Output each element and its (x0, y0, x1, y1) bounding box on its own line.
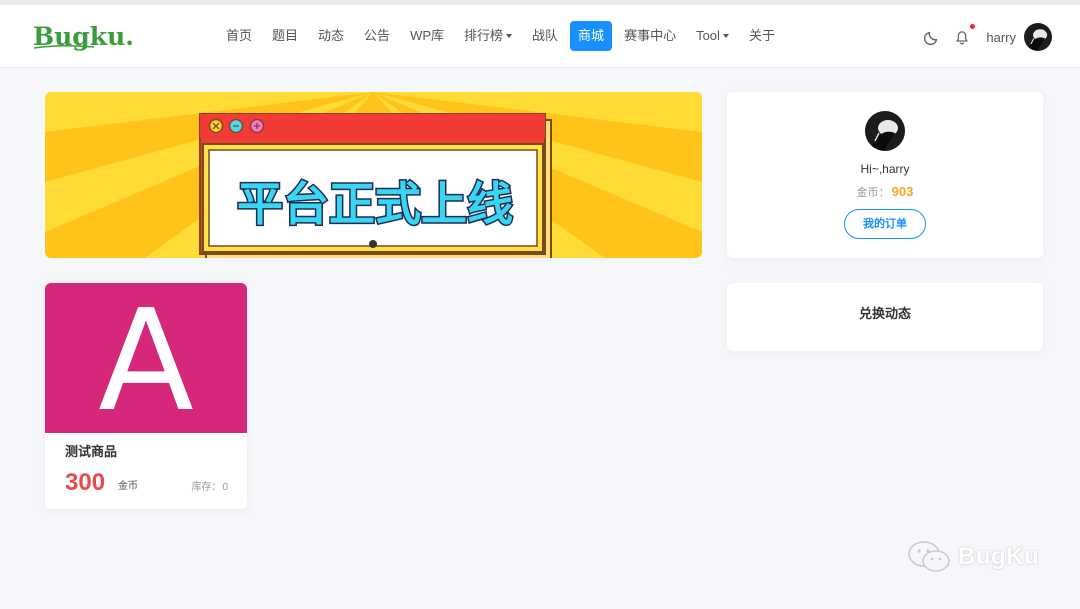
coin-label: 金币： (856, 187, 890, 199)
bugku-logo[interactable]: Bugku... (32, 19, 151, 55)
product-image[interactable]: A (45, 283, 247, 443)
banner-headline: 平台正式上线 (237, 177, 513, 231)
nav-item-tool-label: Tool (696, 28, 720, 43)
user-greeting: Hi~,harry (860, 162, 910, 176)
stock-value: 0 (222, 482, 228, 493)
stock-label: 库存： (191, 482, 222, 493)
product-image-letter: A (98, 283, 194, 433)
product-card[interactable]: A 测试商品 300 金币 库存：0 (45, 283, 247, 509)
coin-value: 903 (891, 184, 914, 199)
nav-item-tool[interactable]: Tool (688, 21, 737, 51)
my-orders-button[interactable]: 我的订单 (844, 209, 926, 239)
chevron-down-icon (722, 33, 729, 38)
header-actions: harry (922, 22, 1052, 52)
product-name[interactable]: 测试商品 (65, 441, 117, 460)
nav-item-shop[interactable]: 商城 (570, 21, 613, 51)
nav-item-home[interactable]: 首页 (218, 21, 260, 51)
promo-banner[interactable]: 平台正式上线 (45, 92, 702, 258)
nav-item-about[interactable]: 关于 (741, 21, 783, 51)
top-navbar: Bugku... 首页 题目 动态 公告 WP库 排行榜 战队 商城 赛事中心 … (0, 5, 1080, 68)
product-price-unit: 金币 (118, 481, 138, 492)
nav-item-leaderboard[interactable]: 排行榜 (456, 21, 520, 51)
notification-dot (970, 24, 976, 29)
nav-item-wp-library[interactable]: WP库 (402, 21, 452, 51)
watermark-text: BugKu (958, 543, 1040, 570)
moon-icon[interactable] (922, 27, 942, 47)
product-price: 300 (65, 469, 106, 496)
nav-item-leaderboard-label: 排行榜 (464, 28, 504, 43)
bell-icon[interactable] (952, 24, 976, 47)
username[interactable]: harry (986, 30, 1016, 45)
nav-item-events[interactable]: 赛事中心 (616, 21, 684, 51)
exchange-activity-title: 兑换动态 (858, 306, 911, 321)
nav-item-activity[interactable]: 动态 (310, 21, 352, 51)
nav-item-teams[interactable]: 战队 (524, 21, 566, 51)
user-profile-card: Hi~,harry 金币： 903 我的订单 (727, 92, 1043, 258)
coin-balance: 金币： 903 (727, 184, 1043, 200)
wechat-watermark: BugKu (907, 540, 1039, 574)
nav-item-announcements[interactable]: 公告 (356, 21, 398, 51)
product-stock: 库存：0 (191, 478, 228, 493)
main-nav: 首页 题目 动态 公告 WP库 排行榜 战队 商城 赛事中心 Tool 关于 (218, 21, 787, 51)
avatar[interactable] (865, 111, 905, 151)
avatar[interactable] (1024, 23, 1052, 51)
nav-item-challenges[interactable]: 题目 (264, 21, 306, 51)
exchange-activity-card: 兑换动态 (727, 283, 1043, 351)
wechat-icon (908, 541, 950, 572)
chevron-down-icon (506, 33, 513, 38)
